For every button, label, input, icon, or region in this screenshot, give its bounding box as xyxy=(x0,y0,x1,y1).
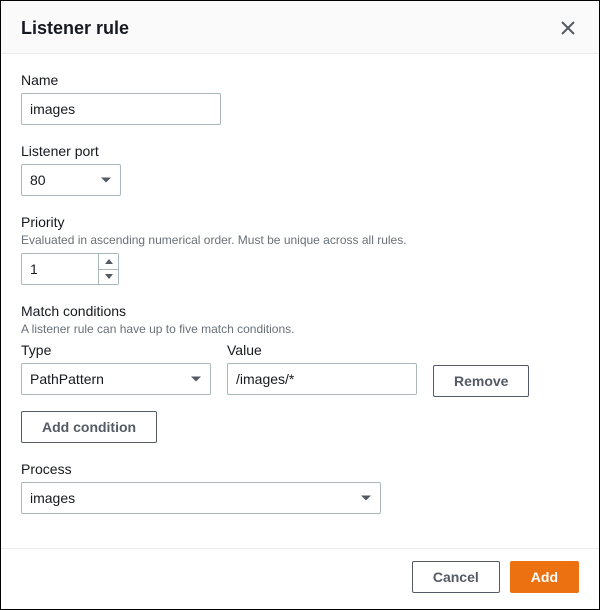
name-field-group: Name xyxy=(21,72,579,125)
close-icon xyxy=(561,21,575,35)
chevron-down-icon xyxy=(105,274,113,279)
condition-type-label: Type xyxy=(21,342,211,358)
priority-input[interactable] xyxy=(21,253,99,285)
add-condition-button[interactable]: Add condition xyxy=(21,411,157,443)
match-conditions-hint: A listener rule can have up to five matc… xyxy=(21,322,579,336)
condition-value-col: Value xyxy=(227,342,417,395)
listener-port-label: Listener port xyxy=(21,143,579,159)
process-select[interactable]: images xyxy=(21,482,381,514)
priority-step-up[interactable] xyxy=(99,254,118,270)
remove-condition-button[interactable]: Remove xyxy=(433,365,529,397)
add-button[interactable]: Add xyxy=(510,561,579,593)
chevron-up-icon xyxy=(105,259,113,264)
process-select-wrap: images xyxy=(21,482,381,514)
priority-stepper-buttons xyxy=(99,253,119,285)
listener-port-field-group: Listener port 80 xyxy=(21,143,579,196)
name-label: Name xyxy=(21,72,579,88)
condition-row: Type PathPattern Value Remove xyxy=(21,342,579,397)
condition-remove-col: Remove xyxy=(433,342,529,397)
close-button[interactable] xyxy=(557,17,579,39)
condition-type-select-wrap: PathPattern xyxy=(21,363,211,395)
condition-type-select[interactable]: PathPattern xyxy=(21,363,211,395)
priority-hint: Evaluated in ascending numerical order. … xyxy=(21,233,579,247)
modal-body: Name Listener port 80 Priority Evaluated… xyxy=(1,54,599,548)
match-conditions-label: Match conditions xyxy=(21,303,579,319)
condition-value-label: Value xyxy=(227,342,417,358)
priority-field-group: Priority Evaluated in ascending numerica… xyxy=(21,214,579,285)
listener-port-select[interactable]: 80 xyxy=(21,164,121,196)
name-input[interactable] xyxy=(21,93,221,125)
priority-step-down[interactable] xyxy=(99,270,118,285)
condition-value-input[interactable] xyxy=(227,363,417,395)
listener-port-select-wrap: 80 xyxy=(21,164,121,196)
modal-title: Listener rule xyxy=(21,18,129,39)
modal-header: Listener rule xyxy=(1,1,599,54)
process-field-group: Process images xyxy=(21,461,579,514)
process-label: Process xyxy=(21,461,579,477)
cancel-button[interactable]: Cancel xyxy=(412,561,500,593)
priority-label: Priority xyxy=(21,214,579,230)
modal-footer: Cancel Add xyxy=(1,548,599,609)
match-conditions-section: Match conditions A listener rule can hav… xyxy=(21,303,579,443)
condition-type-col: Type PathPattern xyxy=(21,342,211,395)
priority-stepper xyxy=(21,253,121,285)
